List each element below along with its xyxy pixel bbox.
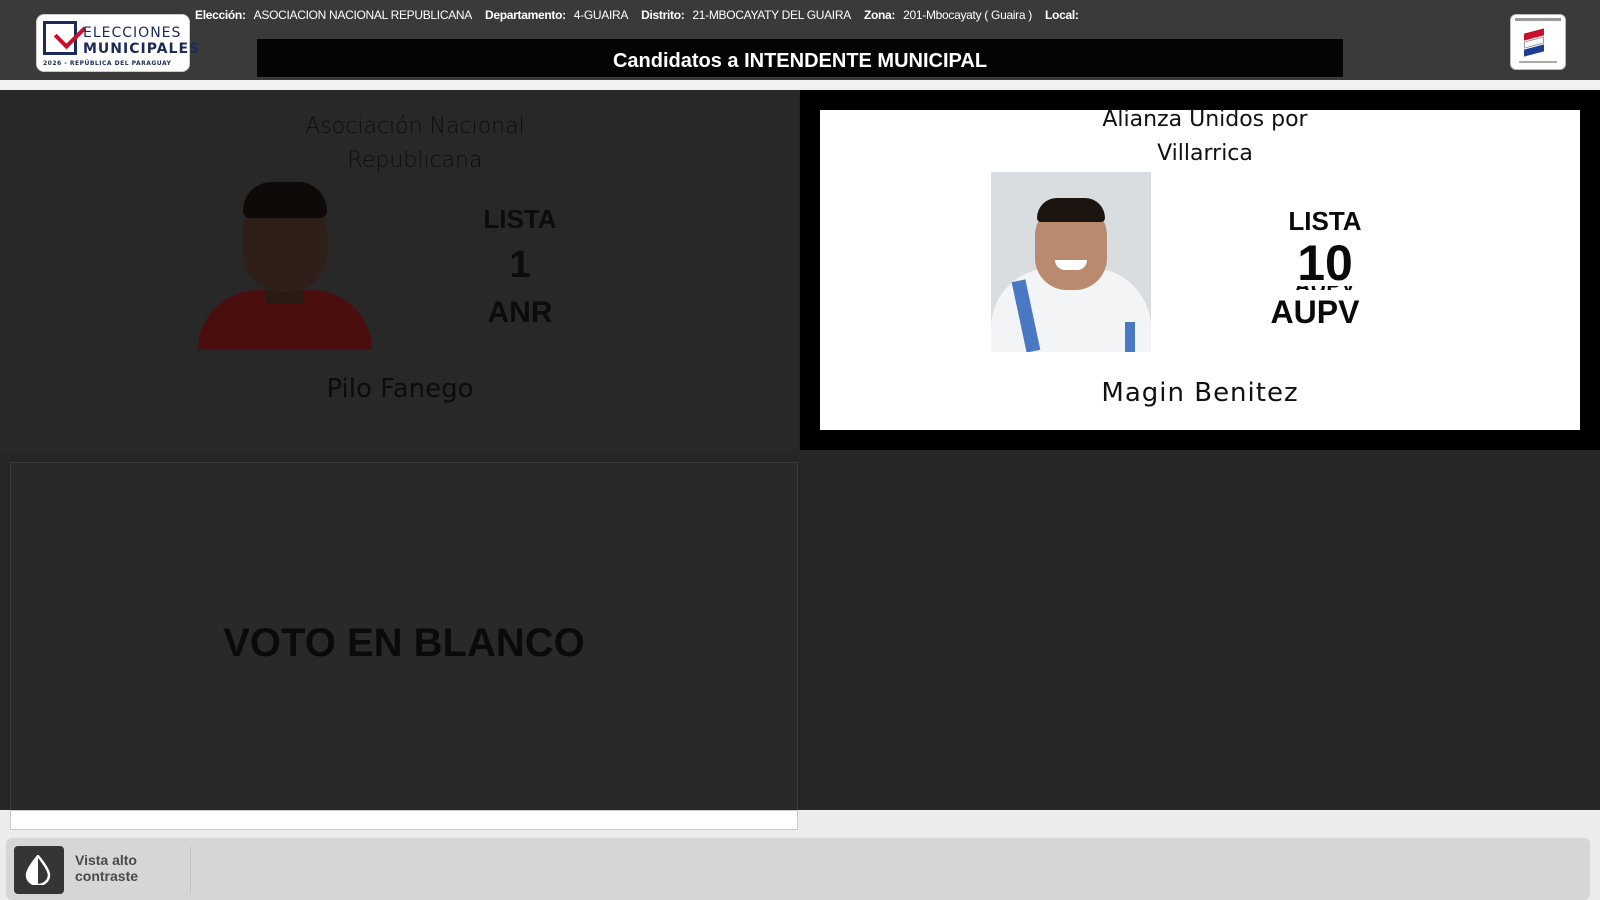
candidate-photo-aupv [991,172,1151,352]
lista-number-anr: 1 [509,244,531,286]
lista-label-anr: LISTA [483,204,557,234]
eleccion-value: ASOCIACION NACIONAL REPUBLICANA [253,8,473,22]
election-info-line: Elección: ASOCIACION NACIONAL REPUBLICANA… [195,8,1475,28]
blank-vote-label: VOTO EN BLANCO [223,621,585,665]
lista-sigla-anr: ANR [487,296,553,329]
distrito-label: Distrito: [641,8,685,22]
logo-line-3: 2026 - REPÚBLICA DEL PARAGUAY [43,60,172,67]
lista-sigla-overlap-text: AUPV [1260,286,1390,290]
page-title: Candidatos a INTENDENTE MUNICIPAL [612,50,988,72]
candidate-name-anr: Pilo Fanego [326,374,474,404]
eleccion-label: Elección: [195,8,246,22]
logo-line-1: ELECCIONES [83,25,182,41]
candidate-name-aupv: Magin Benitez [1101,378,1299,408]
departamento-value: 4-GUAIRA [573,8,629,22]
logo-line-2: MUNICIPALES [83,41,201,57]
distrito-value: 21-MBOCAYATY DEL GUAIRA [692,8,851,22]
blank-vote-bottom-edge [10,810,798,830]
zona-label: Zona: [863,8,896,22]
high-contrast-button[interactable] [14,846,64,894]
party-name-anr: Asociación Nacional Republicana [305,114,525,173]
ballot-check-icon [43,16,87,55]
lista-number-aupv: 10 [1297,235,1353,291]
candidate-photo-anr [198,182,372,350]
lista-sigla-aupv: AUPV [1270,294,1360,330]
page-title-bar: Candidatos a INTENDENTE MUNICIPAL [257,39,1343,77]
lista-sigla-overlap-aupv: AUPV [1260,286,1390,290]
blank-vote-button[interactable]: VOTO EN BLANCO [10,462,798,830]
drop-half-icon [25,855,51,885]
departamento-label: Departamento: [485,8,566,22]
header-divider [0,80,1600,90]
local-label: Local: [1045,8,1079,22]
header-bar: ELECCIONES MUNICIPALES 2026 - REPÚBLICA … [0,0,1600,83]
high-contrast-label[interactable]: Vista alto contraste [75,852,175,884]
zona-value: 201-Mbocayaty ( Guaira ) [903,8,1032,22]
tsje-emblem-icon [1510,14,1566,70]
footer-divider [190,846,191,894]
elecciones-municipales-logo: ELECCIONES MUNICIPALES 2026 - REPÚBLICA … [36,14,199,72]
footer-toolbar [6,838,1590,900]
party-name-aupv: Alianza Unidos por Villarrica [1102,107,1308,166]
lista-label-aupv: LISTA [1288,206,1362,236]
